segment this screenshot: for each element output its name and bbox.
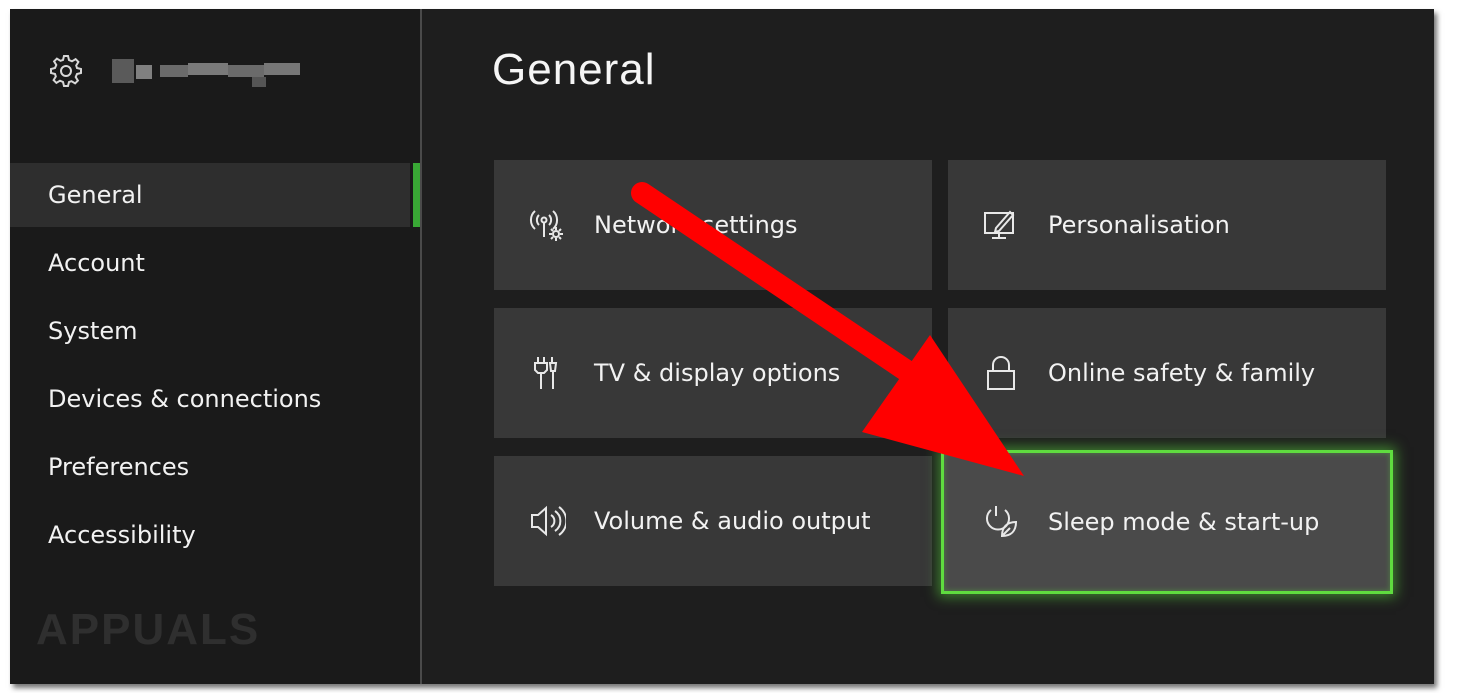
tile-label: Personalisation — [1048, 211, 1230, 239]
page-title: General — [492, 45, 656, 94]
tile-label: Volume & audio output — [594, 507, 871, 535]
tile-label: TV & display options — [594, 359, 841, 387]
tile-tv-display-options[interactable]: TV & display options — [494, 308, 932, 438]
sidebar-item-account[interactable]: Account — [10, 231, 410, 295]
network-settings-icon — [528, 206, 566, 244]
sidebar-item-system[interactable]: System — [10, 299, 410, 363]
gear-icon — [48, 53, 84, 89]
personalisation-icon — [982, 206, 1020, 244]
tv-display-icon — [528, 354, 566, 392]
lock-icon — [982, 354, 1020, 392]
watermark-logo: APPUALS — [36, 605, 261, 654]
sidebar-item-accessibility[interactable]: Accessibility — [10, 503, 410, 567]
sidebar-item-preferences[interactable]: Preferences — [10, 435, 410, 499]
sidebar: General Account System Devices & connect… — [10, 9, 420, 684]
tile-volume-audio-output[interactable]: Volume & audio output — [494, 456, 932, 586]
tile-label: Online safety & family — [1048, 359, 1316, 387]
tile-online-safety-family[interactable]: Online safety & family — [948, 308, 1386, 438]
sidebar-item-general[interactable]: General — [10, 163, 420, 227]
settings-window: General Account System Devices & connect… — [10, 9, 1434, 684]
tile-personalisation[interactable]: Personalisation — [948, 160, 1386, 290]
divider — [420, 9, 422, 684]
tile-network-settings[interactable]: Network settings — [494, 160, 932, 290]
tile-sleep-mode-startup[interactable]: Sleep mode & start-up — [941, 450, 1393, 594]
sidebar-item-devices[interactable]: Devices & connections — [10, 367, 410, 431]
tile-label: Network settings — [594, 211, 798, 239]
tile-label: Sleep mode & start-up — [1048, 508, 1320, 536]
power-leaf-icon — [982, 503, 1020, 541]
speaker-icon — [528, 502, 568, 540]
